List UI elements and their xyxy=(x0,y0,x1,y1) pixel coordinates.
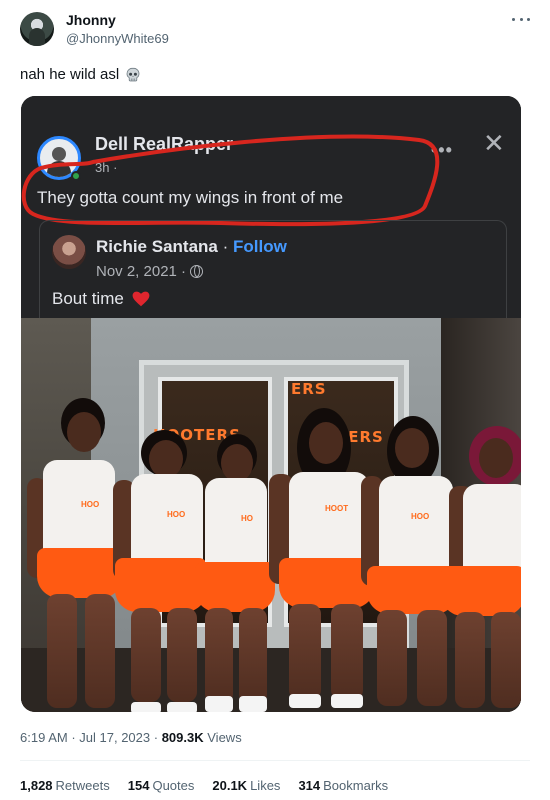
tweet-text: nah he wild asl xyxy=(20,66,141,83)
quotes-stat[interactable]: 154 Quotes xyxy=(128,778,195,793)
embedded-post: Dell RealRapper 3h · ••• ✕ They gotta co… xyxy=(21,96,521,318)
post-more-icon: ••• xyxy=(431,140,453,160)
retweets-label: Retweets xyxy=(55,778,110,793)
shared-post-date: Nov 2, 2021 · xyxy=(96,263,204,280)
poster-name: Dell RealRapper xyxy=(95,134,234,154)
more-options-icon[interactable] xyxy=(512,13,530,25)
post-text: They gotta count my wings in front of me xyxy=(37,188,344,207)
shared-poster-line: Richie Santana · Follow xyxy=(96,237,287,257)
likes-count: 20.1K xyxy=(212,778,248,793)
views-count: 809.3K xyxy=(161,730,204,745)
group-photo: HOOTERS ERS TERS HOO HOO HO HOOT HOO xyxy=(21,318,521,712)
skull-icon xyxy=(126,67,140,81)
shared-poster-name: Richie Santana xyxy=(96,237,218,256)
shared-date-text: Nov 2, 2021 · xyxy=(96,263,187,280)
shared-poster-avatar xyxy=(52,235,86,269)
quotes-count: 154 xyxy=(127,778,150,793)
engagement-stats: 1,828 Retweets 154 Quotes 20.1K Likes 314 Bo… xyxy=(20,778,388,793)
retweets-stat[interactable]: 1,828 Retweets xyxy=(20,778,110,793)
follow-link: Follow xyxy=(232,237,287,256)
close-icon: ✕ xyxy=(483,128,505,158)
tweet-media-image[interactable]: Dell RealRapper 3h · ••• ✕ They gotta co… xyxy=(21,96,521,712)
globe-icon xyxy=(190,265,204,278)
follow-separator: · xyxy=(217,237,233,256)
meta-sep-2: · xyxy=(153,730,162,745)
online-status-dot xyxy=(71,171,81,181)
bookmarks-label: Bookmarks xyxy=(323,778,389,793)
shared-post-text-content: Bout time xyxy=(52,289,124,308)
tweet-time[interactable]: 6:19 AM xyxy=(20,730,68,745)
tweet: Jhonny @JhonnyWhite69 nah he wild asl De… xyxy=(0,0,550,800)
post-time: 3h · xyxy=(95,160,118,175)
author-display-name[interactable]: Jhonny xyxy=(66,12,116,28)
stats-divider xyxy=(20,760,530,761)
quotes-label: Quotes xyxy=(152,778,195,793)
bookmarks-count: 314 xyxy=(298,778,321,793)
shared-post-text: Bout time xyxy=(52,289,150,309)
likes-label: Likes xyxy=(250,778,281,793)
heart-icon xyxy=(132,291,150,307)
shared-post: Richie Santana · Follow Nov 2, 2021 · Bo… xyxy=(39,220,507,318)
tweet-date[interactable]: Jul 17, 2023 xyxy=(79,730,150,745)
author-handle[interactable]: @JhonnyWhite69 xyxy=(66,31,169,46)
bookmarks-stat[interactable]: 314 Bookmarks xyxy=(298,778,388,793)
sign-ers: ERS xyxy=(291,380,327,398)
likes-stat[interactable]: 20.1K Likes xyxy=(212,778,280,793)
tweet-meta: 6:19 AM · Jul 17, 2023 · 809.3K Views xyxy=(20,730,242,745)
author-avatar[interactable] xyxy=(20,12,54,46)
tweet-text-content: nah he wild asl xyxy=(20,66,120,83)
views-label: Views xyxy=(207,730,242,745)
retweets-count: 1,828 xyxy=(20,778,53,793)
